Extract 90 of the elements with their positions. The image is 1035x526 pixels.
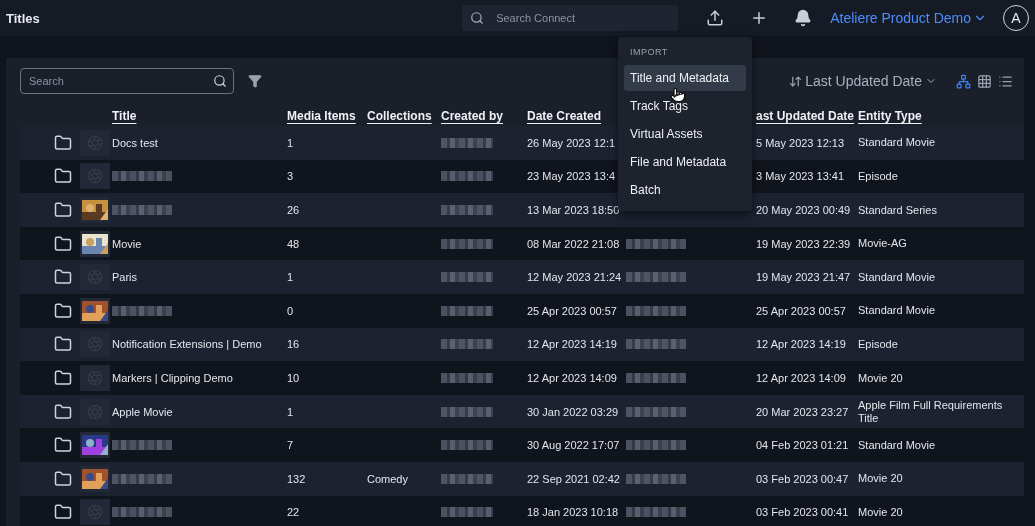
folder-icon[interactable] xyxy=(54,368,72,387)
table-cell-text: Comedy xyxy=(367,472,409,485)
account-menu[interactable]: Ateliere Product Demo xyxy=(830,10,987,26)
column-header[interactable]: Entity Type xyxy=(858,109,1014,123)
table-cell-text: 48 xyxy=(287,237,301,250)
sort-button[interactable]: Last Updated Date xyxy=(783,72,943,90)
table-cell-text: Markers | Clipping Demo xyxy=(112,371,234,384)
search-icon xyxy=(213,74,227,88)
table-cell-text: 08 Mar 2022 21:08 xyxy=(527,237,621,250)
table-cell-text: 3 xyxy=(287,170,295,183)
table-cell-text: 13 Mar 2023 18:50 xyxy=(527,204,621,216)
table-cell-text: 30 Jan 2022 03:29 xyxy=(527,405,620,418)
search-field[interactable]: Search Connect xyxy=(494,11,649,25)
table-cell-text: 10 xyxy=(287,371,301,384)
folder-icon[interactable] xyxy=(54,133,72,152)
table-cell-text: Docs test xyxy=(112,136,159,149)
table-cell-text: 18 Jan 2023 10:18 xyxy=(527,506,620,519)
table-cell-text: 7 xyxy=(287,439,295,452)
table-cell-text: Apple Movie xyxy=(112,405,174,418)
table-cell-text: Movie 20 xyxy=(858,472,904,486)
table-cell-text: Movie 20 xyxy=(858,371,904,385)
folder-icon[interactable] xyxy=(54,201,72,219)
folder-icon[interactable] xyxy=(54,469,72,488)
table-cell-text: 3 May 2023 13:41 xyxy=(756,170,846,183)
menu-item[interactable]: Batch xyxy=(624,177,746,203)
menu-item[interactable]: File and Metadata xyxy=(624,149,746,175)
table-cell-text: 12 Apr 2023 14:09 xyxy=(756,371,847,384)
table-cell-text: 20 Mar 2023 23:27 xyxy=(756,405,850,418)
search-box[interactable]: Search xyxy=(20,68,234,94)
folder-icon[interactable] xyxy=(54,503,72,522)
table-cell-text: 03 Feb 2023 00:41 xyxy=(756,506,850,519)
folder-icon[interactable] xyxy=(54,301,72,320)
table-cell-text: Episode xyxy=(858,170,899,183)
table-cell-text: 19 May 2023 22:39 xyxy=(756,237,852,250)
search-icon xyxy=(470,11,485,25)
column-header[interactable]: ast Updated Date xyxy=(756,109,858,123)
table-cell-text: 26 xyxy=(287,204,301,216)
table-cell-text: 12 May 2023 21:24 xyxy=(527,271,623,284)
table-cell-text: 1 xyxy=(287,405,295,418)
table-cell-text: Standard Series xyxy=(858,203,938,217)
table-cell-text: 26 May 2023 12:1 xyxy=(527,136,617,149)
folder-icon[interactable] xyxy=(54,167,72,186)
table-cell-text: 132 xyxy=(287,472,307,485)
table-cell-text: 0 xyxy=(287,304,295,317)
table-cell-text: 1 xyxy=(287,271,295,284)
table-cell-text: 23 May 2023 13:4 xyxy=(527,170,617,183)
table-cell-text: 19 May 2023 21:47 xyxy=(756,271,852,284)
table-cell-text: 25 Apr 2023 00:57 xyxy=(756,304,847,317)
table-cell-text: 1 xyxy=(287,136,295,149)
table-cell-text: 03 Feb 2023 00:47 xyxy=(756,472,850,485)
search-box[interactable]: Search Connect xyxy=(462,5,679,31)
table-cell-text: 12 Apr 2023 14:19 xyxy=(756,338,847,351)
table-cell-text: Notification Extensions | Demo xyxy=(112,338,263,351)
table-cell-text: 25 Apr 2023 00:57 xyxy=(527,304,618,317)
folder-icon[interactable] xyxy=(54,335,72,354)
table-cell-text: 12 Apr 2023 14:09 xyxy=(527,371,618,384)
search-field[interactable]: Search xyxy=(27,74,213,88)
hand-cursor-icon xyxy=(670,87,686,103)
menu-heading: IMPORT xyxy=(629,46,669,59)
table-cell-text: Standard Movie xyxy=(858,438,937,452)
table-cell-text: 04 Feb 2023 01:21 xyxy=(756,439,850,452)
table-cell-text: Movie-AG xyxy=(858,237,908,250)
menu-item[interactable]: Virtual Assets xyxy=(624,121,746,147)
column-header[interactable]: Media Items xyxy=(287,109,367,123)
table-cell-text: 30 Aug 2022 17:07 xyxy=(527,439,621,452)
folder-icon[interactable] xyxy=(54,436,72,455)
folder-icon[interactable] xyxy=(54,402,72,421)
table-cell-text: Apple Film Full Requirements Title xyxy=(858,398,1004,425)
table-cell-text: Standard Movie xyxy=(858,304,937,318)
table-cell-text: Episode xyxy=(858,338,899,351)
table-cell-text: 12 Apr 2023 14:19 xyxy=(527,338,618,351)
folder-icon[interactable] xyxy=(54,234,72,253)
column-header[interactable]: Collections xyxy=(367,109,441,123)
table-cell-text: Movie xyxy=(112,237,143,250)
table-cell-text: 20 May 2023 00:49 xyxy=(756,204,852,216)
table-cell-text: 16 xyxy=(287,338,301,351)
table-cell-text: 5 May 2023 12:13 xyxy=(756,136,846,149)
table-cell-text: Movie 20 xyxy=(858,506,904,519)
page-title: Titles xyxy=(6,10,41,26)
column-header[interactable]: Created by xyxy=(441,109,527,123)
table-cell-text: Paris xyxy=(112,271,139,284)
table-cell-text: 22 xyxy=(287,506,301,519)
menu-item[interactable]: Track Tags xyxy=(624,93,746,119)
table-cell-text: Standard Movie xyxy=(858,270,937,284)
menu-item[interactable]: Title and Metadata xyxy=(624,65,746,91)
sort-arrows-icon xyxy=(789,74,803,88)
column-header[interactable]: Title xyxy=(112,109,287,123)
folder-icon[interactable] xyxy=(54,268,72,287)
table-cell-text: Standard Movie xyxy=(858,136,937,150)
table-cell-text: 22 Sep 2021 02:42 xyxy=(527,472,621,485)
